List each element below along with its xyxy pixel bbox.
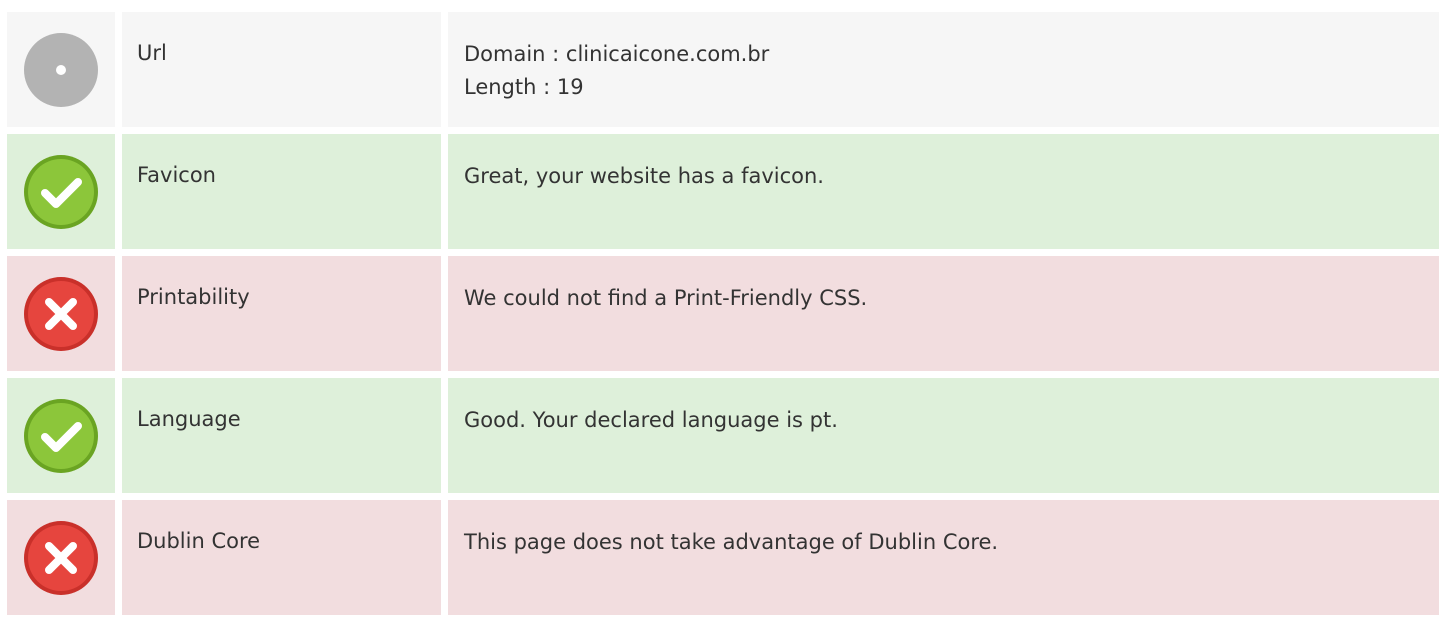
result-line: Length : 19	[464, 75, 584, 99]
status-cell	[7, 378, 115, 493]
status-cell	[7, 12, 115, 127]
result-line: We could not find a Print-Friendly CSS.	[464, 286, 868, 310]
cross-icon	[24, 276, 98, 351]
check-name: Favicon	[137, 163, 216, 187]
result-row-url: Url Domain : clinicaicone.com.br Length …	[7, 12, 1439, 127]
check-icon	[24, 154, 98, 229]
check-name-cell: Favicon	[122, 134, 441, 249]
result-row-printability: Printability We could not find a Print-F…	[7, 256, 1439, 371]
result-row-dublin-core: Dublin Core This page does not take adva…	[7, 500, 1439, 615]
status-cell	[7, 256, 115, 371]
result-line: Good. Your declared language is pt.	[464, 408, 838, 432]
neutral-circle-icon	[24, 32, 98, 107]
seo-results-table: Url Domain : clinicaicone.com.br Length …	[7, 12, 1439, 622]
check-result-cell: Great, your website has a favicon.	[448, 134, 1439, 249]
check-name-cell: Printability	[122, 256, 441, 371]
check-name: Language	[137, 407, 241, 431]
check-name: Printability	[137, 285, 250, 309]
check-name-cell: Dublin Core	[122, 500, 441, 615]
check-result-cell: This page does not take advantage of Dub…	[448, 500, 1439, 615]
result-line: Domain : clinicaicone.com.br	[464, 42, 770, 66]
result-line: Great, your website has a favicon.	[464, 164, 824, 188]
check-name: Dublin Core	[137, 529, 261, 553]
check-name: Url	[137, 41, 167, 65]
check-result-cell: Good. Your declared language is pt.	[448, 378, 1439, 493]
result-line: This page does not take advantage of Dub…	[464, 530, 999, 554]
result-row-favicon: Favicon Great, your website has a favico…	[7, 134, 1439, 249]
check-result-cell: We could not find a Print-Friendly CSS.	[448, 256, 1439, 371]
status-cell	[7, 500, 115, 615]
cross-icon	[24, 520, 98, 595]
result-row-language: Language Good. Your declared language is…	[7, 378, 1439, 493]
check-icon	[24, 398, 98, 473]
check-result-cell: Domain : clinicaicone.com.br Length : 19	[448, 12, 1439, 127]
status-cell	[7, 134, 115, 249]
check-name-cell: Url	[122, 12, 441, 127]
check-name-cell: Language	[122, 378, 441, 493]
